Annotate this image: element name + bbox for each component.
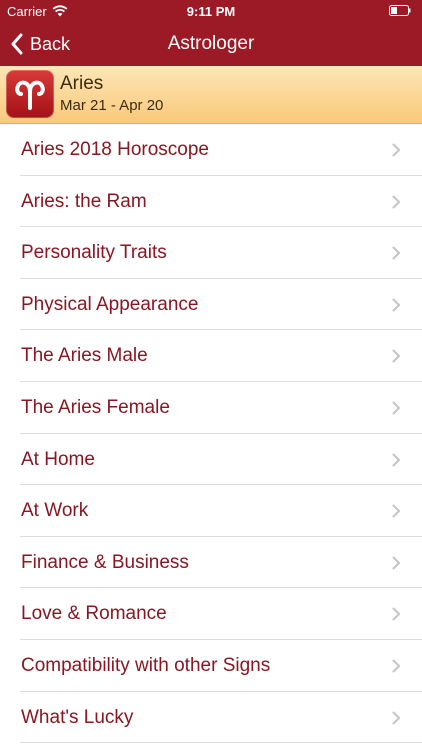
sign-name: Aries <box>60 73 104 94</box>
menu-item-label: At Work <box>21 500 89 522</box>
chevron-right-icon <box>392 349 400 363</box>
menu-item-physical-appearance[interactable]: Physical Appearance <box>0 279 422 331</box>
chevron-right-icon <box>392 453 400 467</box>
menu-item-label: Compatibility with other Signs <box>21 654 271 676</box>
chevron-right-icon <box>392 504 400 518</box>
chevron-right-icon <box>392 659 400 673</box>
menu-item-label: Aries: the Ram <box>21 190 147 212</box>
menu-item-label: The Aries Male <box>21 345 148 367</box>
chevron-right-icon <box>392 143 400 157</box>
menu-item-personality-traits[interactable]: Personality Traits <box>0 227 422 279</box>
navigation-bar: Back Astrologer <box>0 22 422 66</box>
menu-item-label: Finance & Business <box>21 551 189 573</box>
chevron-right-icon <box>392 195 400 209</box>
chevron-right-icon <box>392 556 400 570</box>
aries-symbol-icon <box>6 70 54 118</box>
menu-item-at-home[interactable]: At Home <box>0 434 422 486</box>
menu-item-finance-business[interactable]: Finance & Business <box>0 537 422 589</box>
chevron-right-icon <box>392 711 400 725</box>
chevron-right-icon <box>392 246 400 260</box>
battery-icon <box>389 5 411 16</box>
sign-dates: Mar 21 - Apr 20 <box>60 97 164 114</box>
menu-item-label: The Aries Female <box>21 396 170 418</box>
menu-item-love-romance[interactable]: Love & Romance <box>0 588 422 640</box>
status-bar: Carrier 9:11 PM <box>0 0 422 22</box>
chevron-right-icon <box>392 298 400 312</box>
menu-item-whats-lucky[interactable]: What's Lucky <box>0 692 422 744</box>
chevron-right-icon <box>392 401 400 415</box>
menu-item-the-ram[interactable]: Aries: the Ram <box>0 176 422 228</box>
chevron-right-icon <box>392 607 400 621</box>
menu-item-at-work[interactable]: At Work <box>0 485 422 537</box>
menu-item-male[interactable]: The Aries Male <box>0 330 422 382</box>
menu-item-label: At Home <box>21 448 95 470</box>
menu-item-label: Love & Romance <box>21 603 167 625</box>
page-title: Astrologer <box>167 33 255 54</box>
menu-item-label: Aries 2018 Horoscope <box>21 139 209 160</box>
sign-header: Aries Mar 21 - Apr 20 <box>0 66 422 124</box>
menu-item-horoscope[interactable]: Aries 2018 Horoscope <box>0 124 422 176</box>
menu-item-compatibility[interactable]: Compatibility with other Signs <box>0 640 422 692</box>
topic-menu: Aries 2018 Horoscope Aries: the Ram Pers… <box>0 124 422 743</box>
menu-item-label: Personality Traits <box>21 242 167 264</box>
top-bar: Carrier 9:11 PM Back Astrologer <box>0 0 422 66</box>
menu-item-female[interactable]: The Aries Female <box>0 382 422 434</box>
menu-item-label: Physical Appearance <box>21 293 199 315</box>
status-time: 9:11 PM <box>186 4 236 19</box>
menu-item-label: What's Lucky <box>21 706 134 728</box>
